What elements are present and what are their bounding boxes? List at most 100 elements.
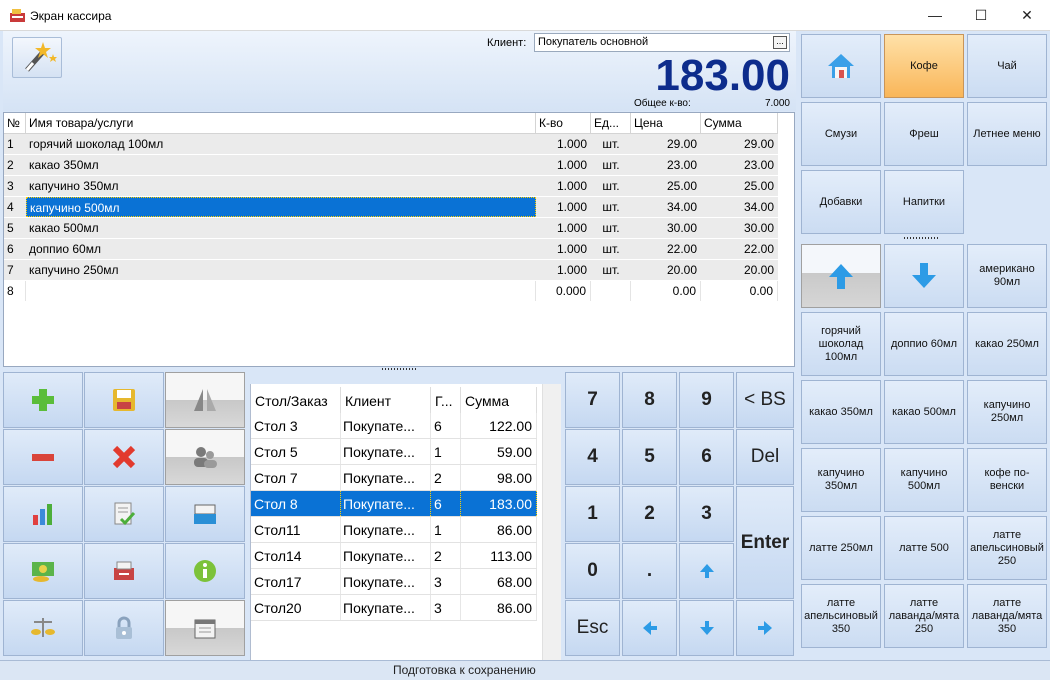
product-button[interactable]: горячий шоколад 100мл [801,312,881,376]
category-tea[interactable]: Чай [967,34,1047,98]
calendar-button[interactable] [165,600,245,656]
client-field[interactable]: Покупатель основной ... [534,33,790,52]
category-drinks[interactable]: Напитки [884,170,964,234]
table-row[interactable]: 6 доппио 60мл 1.000 шт. 22.00 22.00 [4,239,778,260]
order-row[interactable]: Стол 3 Покупате... 6 122.00 [251,413,537,439]
magic-wand-button[interactable] [12,37,62,78]
table-row-selected[interactable]: 4 капучино 500мл 1.000 шт. 34.00 34.00 [4,197,778,218]
table-row[interactable]: 3 капучино 350мл 1.000 шт. 25.00 25.00 [4,176,778,197]
key-5[interactable]: 5 [622,429,677,485]
splitter-handle[interactable] [904,237,940,239]
page-down-button[interactable] [884,244,964,308]
close-button[interactable]: ✕ [1004,0,1050,31]
product-button[interactable]: американо 90мл [967,244,1047,308]
col-order-sum[interactable]: Сумма [461,387,537,413]
key-3[interactable]: 3 [679,486,734,542]
table-row[interactable]: 5 какао 500мл 1.000 шт. 30.00 30.00 [4,218,778,239]
split-check-button[interactable] [165,372,245,428]
product-button[interactable]: латте 500 [884,516,964,580]
users-button[interactable] [165,429,245,485]
table-row[interactable]: 1 горячий шоколад 100мл 1.000 шт. 29.00 … [4,134,778,155]
table-row-new[interactable]: 8 0.000 0.00 0.00 [4,281,778,302]
category-smoothie[interactable]: Смузи [801,102,881,166]
minimize-button[interactable]: — [912,0,958,31]
product-button[interactable]: капучино 250мл [967,380,1047,444]
key-2[interactable]: 2 [622,486,677,542]
escape-key[interactable]: Esc [565,600,620,656]
table-row[interactable]: 2 какао 350мл 1.000 шт. 23.00 23.00 [4,155,778,176]
product-button[interactable]: латте 250мл [801,516,881,580]
product-button[interactable]: какао 350мл [801,380,881,444]
col-qty[interactable]: К-во [536,113,591,134]
order-items-table[interactable]: № Имя товара/услуги К-во Ед... Цена Сумм… [3,112,795,367]
product-button[interactable]: капучино 500мл [884,448,964,512]
reports-button[interactable] [3,486,83,542]
product-button[interactable]: латте апельсиновый 250 [967,516,1047,580]
order-row[interactable]: Стол20 Покупате... 3 86.00 [251,595,537,621]
delete-button[interactable] [84,429,164,485]
backspace-key[interactable]: < BS [736,372,794,428]
check-document-button[interactable] [84,486,164,542]
info-button[interactable] [165,543,245,599]
scales-button[interactable] [3,600,83,656]
product-button[interactable]: латте лаванда/мята 350 [967,584,1047,648]
category-coffee[interactable]: Кофе [884,34,964,98]
add-item-button[interactable] [3,372,83,428]
col-number[interactable]: № [4,113,26,134]
maximize-button[interactable]: ☐ [958,0,1004,31]
lock-button[interactable] [84,600,164,656]
col-price[interactable]: Цена [631,113,701,134]
orders-scrollbar[interactable] [542,384,561,660]
product-button[interactable]: латте апельсиновый 350 [801,584,881,648]
order-guests: 3 [431,569,461,594]
product-button[interactable]: какао 250мл [967,312,1047,376]
arrow-up-key[interactable] [679,543,734,599]
payment-terminal-button[interactable] [165,486,245,542]
product-button[interactable]: кофе по-венски [967,448,1047,512]
enter-key[interactable]: Enter [736,486,794,599]
open-orders-table[interactable]: Стол/Заказ Клиент Г... Сумма Стол 3 Поку… [250,384,561,660]
col-table-order[interactable]: Стол/Заказ [251,387,341,413]
key-0[interactable]: 0 [565,543,620,599]
delete-key[interactable]: Del [736,429,794,485]
col-client[interactable]: Клиент [341,387,431,413]
col-guests[interactable]: Г... [431,387,461,413]
category-fresh[interactable]: Фреш [884,102,964,166]
product-button[interactable]: какао 500мл [884,380,964,444]
order-row[interactable]: Стол17 Покупате... 3 68.00 [251,569,537,595]
col-unit[interactable]: Ед... [591,113,631,134]
arrow-left-key[interactable] [622,600,677,656]
col-name[interactable]: Имя товара/услуги [26,113,536,134]
order-row[interactable]: Стол 5 Покупате... 1 59.00 [251,439,537,465]
col-sum[interactable]: Сумма [701,113,778,134]
category-addons[interactable]: Добавки [801,170,881,234]
table-row[interactable]: 7 капучино 250мл 1.000 шт. 20.00 20.00 [4,260,778,281]
row-sum: 23.00 [743,158,774,172]
key-6[interactable]: 6 [679,429,734,485]
decimal-key[interactable]: . [622,543,677,599]
order-row[interactable]: Стол 7 Покупате... 2 98.00 [251,465,537,491]
product-button[interactable]: латте лаванда/мята 250 [884,584,964,648]
page-up-button[interactable] [801,244,881,308]
key-4[interactable]: 4 [565,429,620,485]
key-7[interactable]: 7 [565,372,620,428]
save-button[interactable] [84,372,164,428]
client-browse-button[interactable]: ... [773,36,787,49]
key-8[interactable]: 8 [622,372,677,428]
arrow-down-key[interactable] [679,600,734,656]
product-button[interactable]: капучино 350мл [801,448,881,512]
order-row[interactable]: Стол14 Покупате... 2 113.00 [251,543,537,569]
key-1[interactable]: 1 [565,486,620,542]
remove-item-button[interactable] [3,429,83,485]
category-summer-menu[interactable]: Летнее меню [967,102,1047,166]
cash-button[interactable] [3,543,83,599]
order-guests: 1 [431,439,461,464]
product-button[interactable]: доппио 60мл [884,312,964,376]
arrow-right-key[interactable] [736,600,794,656]
order-row-selected[interactable]: Стол 8 Покупате... 6 183.00 [251,491,537,517]
cancel-check-button[interactable] [84,543,164,599]
splitter-handle[interactable] [382,368,416,370]
key-9[interactable]: 9 [679,372,734,428]
order-row[interactable]: Стол11 Покупате... 1 86.00 [251,517,537,543]
home-button[interactable] [801,34,881,98]
